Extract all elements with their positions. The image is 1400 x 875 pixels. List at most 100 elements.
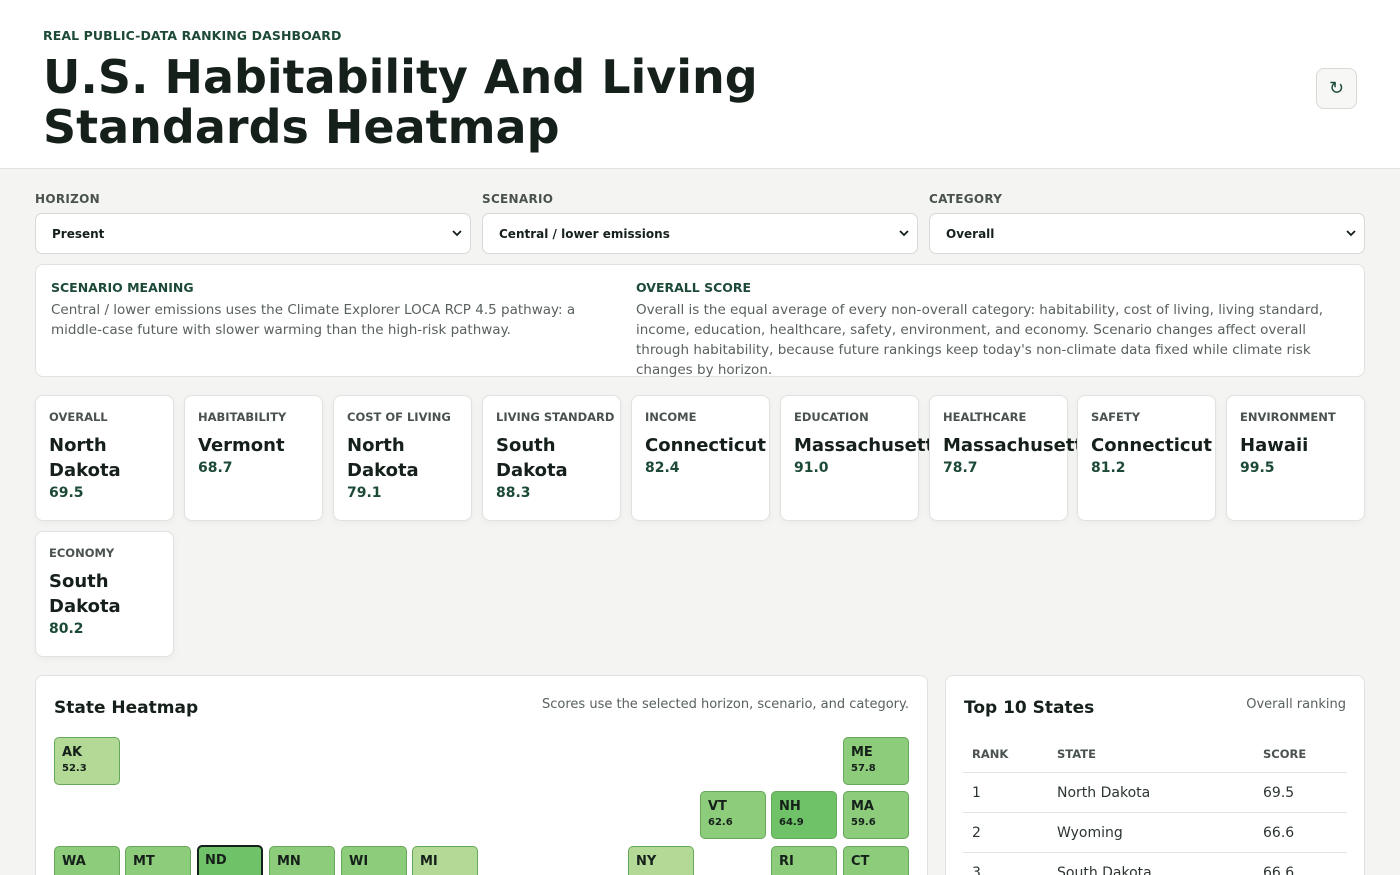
refresh-button[interactable]: ↻: [1316, 68, 1357, 109]
leader-card-label: SAFETY: [1091, 410, 1141, 424]
leader-card-score: 79.1: [347, 485, 382, 501]
horizon-select[interactable]: Present: [35, 213, 471, 254]
leader-card-cost-of-living[interactable]: COST OF LIVING North Dakota 79.1: [333, 395, 472, 521]
state-tile-abbr: WA: [62, 854, 86, 869]
leader-card-score: 88.3: [496, 485, 531, 501]
scenario-meaning: SCENARIO MEANING Central / lower emissio…: [51, 280, 626, 340]
state-tile-abbr: ME: [851, 745, 873, 760]
page-title: U.S. Habitability And Living Standards H…: [43, 50, 758, 154]
leader-card-environment[interactable]: ENVIRONMENT Hawaii 99.5: [1226, 395, 1365, 521]
leader-card-label: LIVING STANDARD: [496, 410, 615, 424]
state-tile-score: 59.6: [851, 817, 876, 828]
leader-card-living-standard[interactable]: LIVING STANDARD South Dakota 88.3: [482, 395, 621, 521]
leader-card-income[interactable]: INCOME Connecticut 82.4: [631, 395, 770, 521]
chevron-down-icon: [899, 230, 909, 237]
leader-card-label: ENVIRONMENT: [1240, 410, 1336, 424]
state-cell: North Dakota: [1057, 785, 1151, 801]
state-tile-abbr: ND: [205, 853, 227, 868]
state-tile-vt[interactable]: VT 62.6: [700, 791, 766, 839]
leader-card-score: 99.5: [1240, 460, 1275, 476]
state-tile-score: 57.8: [851, 763, 876, 774]
info-panel: SCENARIO MEANING Central / lower emissio…: [35, 264, 1365, 380]
leader-card-label: HABITABILITY: [198, 410, 287, 424]
leader-card-economy[interactable]: ECONOMY South Dakota 80.2: [35, 531, 174, 657]
category-value: Overall: [946, 226, 995, 241]
state-cell: Wyoming: [1057, 825, 1123, 841]
horizon-label: HORIZON: [35, 192, 100, 206]
state-tile-nh[interactable]: NH 64.9: [771, 791, 837, 839]
leader-card-overall[interactable]: OVERALL North Dakota 69.5: [35, 395, 174, 521]
scenario-value: Central / lower emissions: [499, 226, 670, 241]
state-tile-abbr: CT: [851, 854, 870, 869]
rank-cell: 1: [972, 785, 981, 801]
state-tile-score: 62.6: [708, 817, 733, 828]
state-tile-ny[interactable]: NY: [628, 846, 694, 875]
leader-card-label: ECONOMY: [49, 546, 115, 560]
state-heatmap-panel: State Heatmap Scores use the selected ho…: [35, 675, 928, 875]
horizon-value: Present: [52, 226, 105, 241]
overall-score-text: Overall is the equal average of every no…: [636, 302, 1324, 378]
leader-card-state: South Dakota: [496, 435, 568, 481]
state-tile-ct[interactable]: CT: [843, 846, 909, 875]
dashboard-eyebrow: REAL PUBLIC-DATA RANKING DASHBOARD: [43, 28, 342, 43]
leader-card-label: OVERALL: [49, 410, 108, 424]
leader-card-state: Connecticut: [645, 435, 766, 456]
leader-card-score: 91.0: [794, 460, 829, 476]
state-tile-ma[interactable]: MA 59.6: [843, 791, 909, 839]
state-tile-nd[interactable]: ND: [197, 845, 263, 875]
scenario-meaning-text: Central / lower emissions uses the Clima…: [51, 302, 576, 338]
leader-card-score: 68.7: [198, 460, 233, 476]
state-tile-score: 64.9: [779, 817, 804, 828]
leader-card-education[interactable]: EDUCATION Massachusetts 91.0: [780, 395, 945, 521]
state-tile-mi[interactable]: MI: [412, 846, 478, 875]
state-tile-abbr: MI: [420, 854, 438, 869]
score-cell: 69.5: [1263, 785, 1295, 801]
state-tile-ak[interactable]: AK 52.3: [54, 737, 120, 785]
state-tile-abbr: WI: [349, 854, 369, 869]
refresh-icon: ↻: [1328, 78, 1345, 98]
leader-card-state: Hawaii: [1240, 435, 1309, 456]
rank-cell: 3: [972, 865, 981, 875]
leader-card-state: Massachusetts: [943, 435, 1094, 456]
leader-card-safety[interactable]: SAFETY Connecticut 81.2: [1077, 395, 1216, 521]
leader-card-label: INCOME: [645, 410, 697, 424]
table-row[interactable]: 2 Wyoming 66.6: [963, 812, 1347, 852]
state-tile-abbr: MT: [133, 854, 155, 869]
state-tile-wa[interactable]: WA: [54, 846, 120, 875]
scenario-label: SCENARIO: [482, 192, 554, 206]
state-tile-wi[interactable]: WI: [341, 846, 407, 875]
leader-card-label: HEALTHCARE: [943, 410, 1027, 424]
leader-card-score: 78.7: [943, 460, 978, 476]
leader-card-habitability[interactable]: HABITABILITY Vermont 68.7: [184, 395, 323, 521]
leader-card-score: 82.4: [645, 460, 680, 476]
top-10-panel: Top 10 States Overall ranking RANK STATE…: [945, 675, 1365, 875]
leader-card-healthcare[interactable]: HEALTHCARE Massachusetts 78.7: [929, 395, 1094, 521]
leader-card-score: 81.2: [1091, 460, 1126, 476]
category-filter: CATEGORY Overall: [929, 192, 1365, 254]
table-row[interactable]: 3 South Dakota 66.6: [963, 852, 1347, 875]
category-select[interactable]: Overall: [929, 213, 1365, 254]
state-tile-score: 52.3: [62, 763, 87, 774]
leader-card-score: 80.2: [49, 621, 84, 637]
state-tile-ri[interactable]: RI: [771, 846, 837, 875]
leader-card-state: North Dakota: [49, 435, 121, 481]
category-label: CATEGORY: [929, 192, 1003, 206]
state-tile-me[interactable]: ME 57.8: [843, 737, 909, 785]
top-10-note: Overall ranking: [1246, 697, 1346, 712]
state-tile-mt[interactable]: MT: [125, 846, 191, 875]
table-row[interactable]: 1 North Dakota 69.5: [963, 772, 1347, 812]
overall-score-explainer: OVERALL SCORE Overall is the equal avera…: [636, 280, 1346, 380]
leader-card-state: South Dakota: [49, 571, 121, 617]
state-tile-mn[interactable]: MN: [269, 846, 335, 875]
state-tile-abbr: RI: [779, 854, 794, 869]
chevron-down-icon: [452, 230, 462, 237]
state-tile-abbr: MN: [277, 854, 301, 869]
leader-card-state: Massachusetts: [794, 435, 945, 456]
state-tile-abbr: NY: [636, 854, 657, 869]
leader-card-score: 69.5: [49, 485, 84, 501]
leader-card-label: COST OF LIVING: [347, 410, 451, 424]
column-header-score: SCORE: [1263, 747, 1307, 761]
chevron-down-icon: [1346, 230, 1356, 237]
heatmap-note: Scores use the selected horizon, scenari…: [542, 697, 909, 712]
scenario-select[interactable]: Central / lower emissions: [482, 213, 918, 254]
